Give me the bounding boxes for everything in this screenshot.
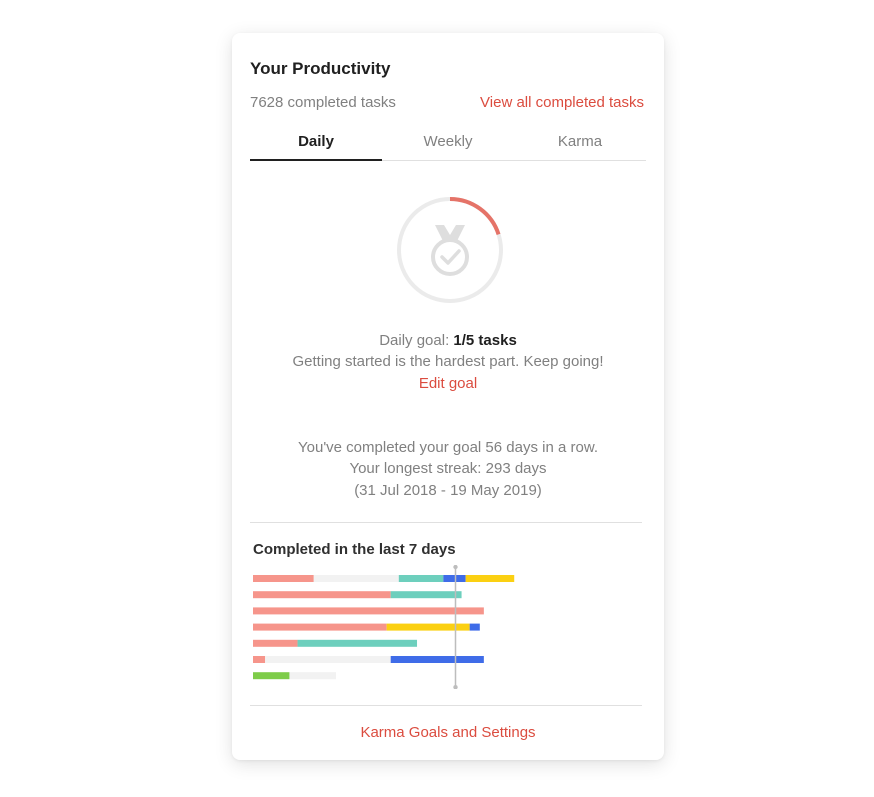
streak-range: (31 Jul 2018 - 19 May 2019) (354, 482, 542, 499)
daily-goal-ring (397, 197, 503, 303)
edit-goal-row: Edit goal (232, 375, 664, 392)
bar-segment-day2-coral (253, 591, 391, 599)
bar-segment-day6-blue (390, 656, 484, 663)
bar-segment-day2-teal (390, 591, 462, 599)
goal-marker-bottom-dot (453, 685, 458, 689)
karma-goals-settings-link[interactable]: Karma Goals and Settings (232, 724, 664, 741)
bar-segment-day7-remainder (289, 672, 337, 680)
streak-longest: Your longest streak: 293 days (349, 460, 547, 477)
last-7-days-title: Completed in the last 7 days (253, 541, 456, 558)
bar-segment-day1-yellow (465, 575, 515, 582)
daily-goal-line: Daily goal: 1/5 tasks (232, 332, 664, 349)
tab-weekly[interactable]: Weekly (382, 125, 514, 160)
medal-icon (431, 225, 469, 276)
footer-divider (250, 705, 642, 706)
tab-daily[interactable]: Daily (250, 125, 382, 161)
tab-karma[interactable]: Karma (514, 125, 646, 160)
bar-segment-day1-remainder (313, 575, 399, 582)
daily-goal-value: 1/5 tasks (453, 332, 517, 349)
bar-segment-day4-coral (253, 623, 387, 631)
bar-segment-day3-coral (253, 607, 484, 615)
section-divider (250, 522, 642, 523)
tab-bar: Daily Weekly Karma (250, 125, 646, 161)
last-7-days-chart (253, 565, 515, 689)
goal-message: Getting started is the hardest part. Kee… (292, 353, 604, 370)
bar-segment-day1-teal (398, 575, 444, 582)
bar-segment-day6-coral (253, 656, 266, 663)
bar-segment-day1-coral (253, 575, 314, 582)
card-title: Your Productivity (250, 59, 391, 78)
streak-current: You've completed your goal 56 days in a … (298, 439, 598, 456)
bar-segment-day1-blue (443, 575, 466, 582)
bar-segment-day6-remainder (265, 656, 391, 663)
bar-segment-day5-coral (253, 639, 298, 647)
goal-marker-top-dot (453, 565, 458, 570)
bar-segment-day5-teal (297, 639, 418, 647)
bar-segment-day7-green (253, 672, 290, 680)
edit-goal-link[interactable]: Edit goal (419, 375, 477, 392)
bar-segment-day4-yellow (386, 623, 470, 631)
bar-segment-day4-blue (469, 623, 480, 631)
daily-goal-label: Daily goal: (379, 332, 454, 349)
view-all-completed-link[interactable]: View all completed tasks (480, 94, 644, 111)
productivity-card: Your Productivity 7628 completed tasks V… (232, 33, 664, 760)
completed-count: 7628 completed tasks (250, 94, 396, 111)
